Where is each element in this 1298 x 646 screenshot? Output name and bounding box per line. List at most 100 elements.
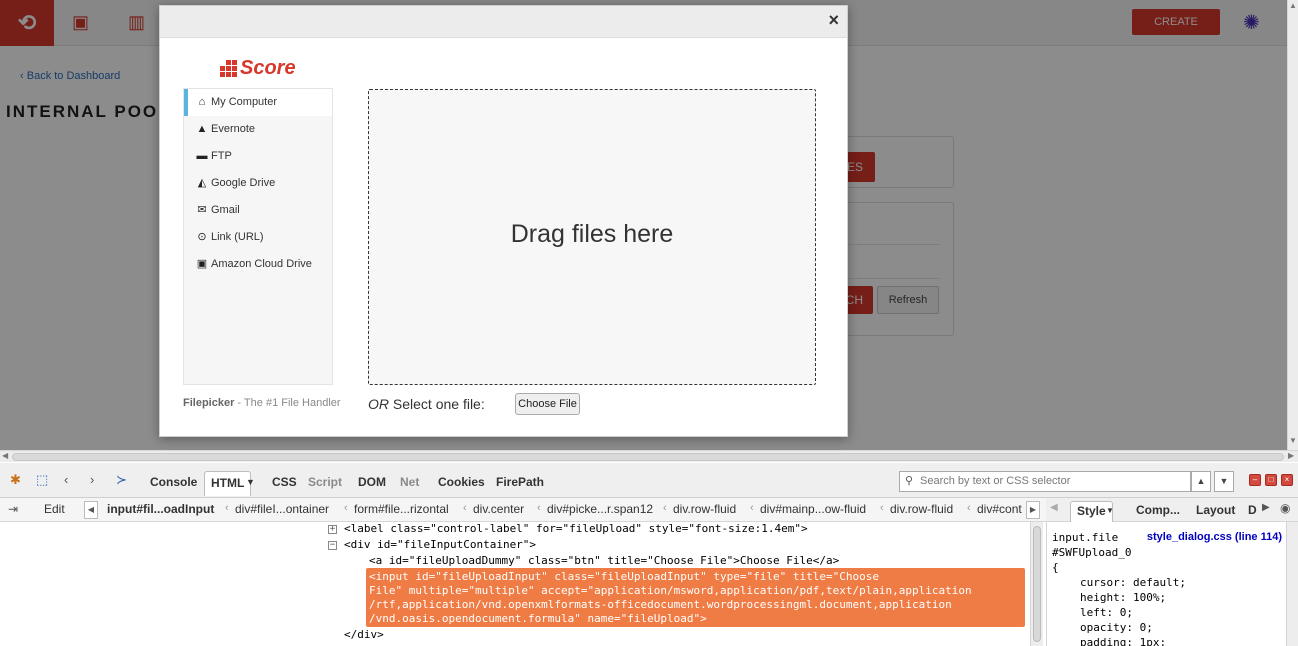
- breadcrumb-item[interactable]: form#file...rizontal: [354, 502, 449, 516]
- close-devtools-icon[interactable]: ×: [1281, 474, 1293, 486]
- tab-dom[interactable]: DOM: [352, 471, 392, 496]
- tab-css[interactable]: CSS: [266, 471, 303, 496]
- code-line[interactable]: <label class="control-label" for="fileUp…: [344, 522, 808, 535]
- close-icon[interactable]: ×: [828, 10, 839, 31]
- scroll-right-icon[interactable]: ▶: [1288, 451, 1294, 460]
- selected-node[interactable]: <input id="fileUploadInput" class="fileU…: [366, 568, 1025, 627]
- selected-code-line: File" multiple="multiple" accept="applic…: [369, 584, 972, 597]
- source-item[interactable]: ⌂ My Computer: [184, 89, 332, 116]
- breadcrumb-item[interactable]: div.center: [473, 502, 524, 516]
- source-item[interactable]: ▲ Evernote: [184, 116, 332, 143]
- source-item[interactable]: ▬ FTP: [184, 143, 332, 170]
- tab-console[interactable]: Console: [144, 471, 203, 496]
- forward-arrow-icon[interactable]: ›: [90, 472, 94, 487]
- devtools-search-input[interactable]: ⚲ Search by text or CSS selector: [899, 471, 1191, 492]
- google-drive-icon: ◭: [197, 177, 207, 189]
- tab-firepath[interactable]: FirePath: [490, 471, 550, 496]
- page-vertical-scrollbar[interactable]: ▲ ▼: [1287, 0, 1298, 450]
- command-line-icon[interactable]: ≻: [116, 472, 127, 488]
- side-tab-d[interactable]: D: [1242, 501, 1263, 522]
- source-item-label: FTP: [211, 150, 232, 162]
- home-icon: ⌂: [198, 96, 206, 108]
- edit-button[interactable]: Edit: [44, 502, 65, 516]
- filepicker-tagline: - The #1 File Handler: [234, 397, 341, 409]
- code-line[interactable]: <div id="fileInputContainer">: [344, 538, 536, 551]
- gmail-icon: ✉: [197, 204, 207, 216]
- breadcrumb-right-button[interactable]: ▶: [1026, 501, 1040, 519]
- css-source-link[interactable]: style_dialog.css (line 114): [1147, 531, 1282, 543]
- breadcrumb-left-button[interactable]: ◀: [84, 501, 98, 519]
- scroll-up-icon[interactable]: ▲: [1289, 1, 1297, 10]
- selected-code-line: <input id="fileUploadInput" class="fileU…: [369, 570, 879, 583]
- select-text: Select one file:: [389, 396, 485, 412]
- breadcrumb-separator: ‹: [967, 502, 971, 514]
- tab-net[interactable]: Net: [394, 471, 425, 496]
- collapse-node-icon[interactable]: −: [328, 541, 337, 550]
- dialog-header: ×: [160, 6, 847, 38]
- scroll-thumb[interactable]: [1033, 526, 1041, 642]
- side-tab-comp[interactable]: Comp...: [1130, 501, 1186, 522]
- expand-icon[interactable]: ⇥: [8, 502, 18, 516]
- side-left-icon[interactable]: ◀: [1050, 502, 1058, 513]
- code-line[interactable]: <a id="fileUploadDummy" class="btn" titl…: [369, 554, 839, 567]
- source-item-label: Google Drive: [211, 177, 276, 189]
- side-tab-menu-icon[interactable]: ▼: [1106, 501, 1114, 522]
- side-right-icon[interactable]: ▶: [1262, 502, 1270, 513]
- brand-name: Score: [240, 57, 296, 79]
- inspect-icon[interactable]: ⬚: [36, 472, 48, 488]
- source-item-label: Gmail: [211, 204, 240, 216]
- html-panel-scrollbar[interactable]: [1030, 522, 1043, 646]
- source-item-label: Evernote: [211, 123, 256, 135]
- file-drop-zone[interactable]: Drag files here: [368, 89, 816, 385]
- source-item[interactable]: ⊙ Link (URL): [184, 224, 332, 251]
- breadcrumb-separator: ‹: [663, 502, 667, 514]
- style-panel-scrollbar[interactable]: [1286, 522, 1298, 646]
- search-prev-button[interactable]: ▲: [1191, 471, 1211, 492]
- detach-icon[interactable]: □: [1265, 474, 1277, 486]
- expand-node-icon[interactable]: +: [328, 525, 337, 534]
- scroll-thumb[interactable]: [12, 453, 1284, 461]
- breadcrumb-item[interactable]: div#cont: [977, 502, 1022, 516]
- css-rule[interactable]: cursor: default;: [1080, 576, 1186, 589]
- css-rule[interactable]: padding: 1px;: [1080, 636, 1166, 646]
- scroll-down-icon[interactable]: ▼: [1289, 436, 1297, 445]
- breadcrumb-item[interactable]: div.row-fluid: [673, 502, 736, 516]
- breadcrumb-separator: ‹: [750, 502, 754, 514]
- html-panel: <label class="control-label" for="fileUp…: [0, 522, 1030, 646]
- breadcrumb-separator: ‹: [344, 502, 348, 514]
- side-menu-icon[interactable]: ◉: [1280, 501, 1290, 515]
- side-tab-layout[interactable]: Layout: [1190, 501, 1241, 522]
- selected-code-line: /rtf,application/vnd.openxmlformats-offi…: [369, 598, 952, 611]
- amazon-cloud-drive-icon: ▣: [196, 258, 208, 270]
- minimize-icon[interactable]: –: [1249, 474, 1261, 486]
- search-placeholder: Search by text or CSS selector: [920, 475, 1071, 487]
- source-item[interactable]: ◭ Google Drive: [184, 170, 332, 197]
- breadcrumb-item[interactable]: div.row-fluid: [890, 502, 953, 516]
- logo-blocks-icon: [220, 60, 238, 78]
- css-rule[interactable]: left: 0;: [1080, 606, 1133, 619]
- code-line[interactable]: </div>: [344, 628, 384, 641]
- back-arrow-icon[interactable]: ‹: [64, 472, 68, 487]
- tab-script[interactable]: Script: [302, 471, 348, 496]
- css-rule[interactable]: height: 100%;: [1080, 591, 1166, 604]
- breadcrumb-item[interactable]: input#fil...oadInput: [107, 502, 214, 516]
- firebug-icon[interactable]: ✱: [10, 472, 21, 488]
- tab-cookies[interactable]: Cookies: [432, 471, 491, 496]
- search-icon: ⚲: [905, 475, 914, 487]
- source-item[interactable]: ✉ Gmail: [184, 197, 332, 224]
- source-list: ⌂ My Computer ▲ Evernote ▬ FTP ◭ Google Drive ✉ G…: [183, 88, 333, 385]
- choose-file-button[interactable]: Choose File: [515, 393, 580, 415]
- source-item[interactable]: ▣ Amazon Cloud Drive: [184, 251, 332, 278]
- breadcrumb-item[interactable]: div#mainp...ow-fluid: [760, 502, 866, 516]
- source-item-label: Amazon Cloud Drive: [211, 258, 312, 270]
- filepicker-credit: Filepicker - The #1 File Handler: [183, 397, 341, 409]
- breadcrumb-item[interactable]: div#fileI...ontainer: [235, 502, 329, 516]
- breadcrumb-item[interactable]: div#picke...r.span12: [547, 502, 653, 516]
- scroll-left-icon[interactable]: ◀: [2, 451, 8, 460]
- tab-menu-icon[interactable]: ▼: [240, 471, 261, 496]
- page-horizontal-scrollbar[interactable]: ◀ ▶: [0, 450, 1298, 462]
- link-icon: ⊙: [197, 231, 207, 243]
- search-next-button[interactable]: ▼: [1214, 471, 1234, 492]
- css-brace: {: [1052, 561, 1059, 574]
- css-rule[interactable]: opacity: 0;: [1080, 621, 1153, 634]
